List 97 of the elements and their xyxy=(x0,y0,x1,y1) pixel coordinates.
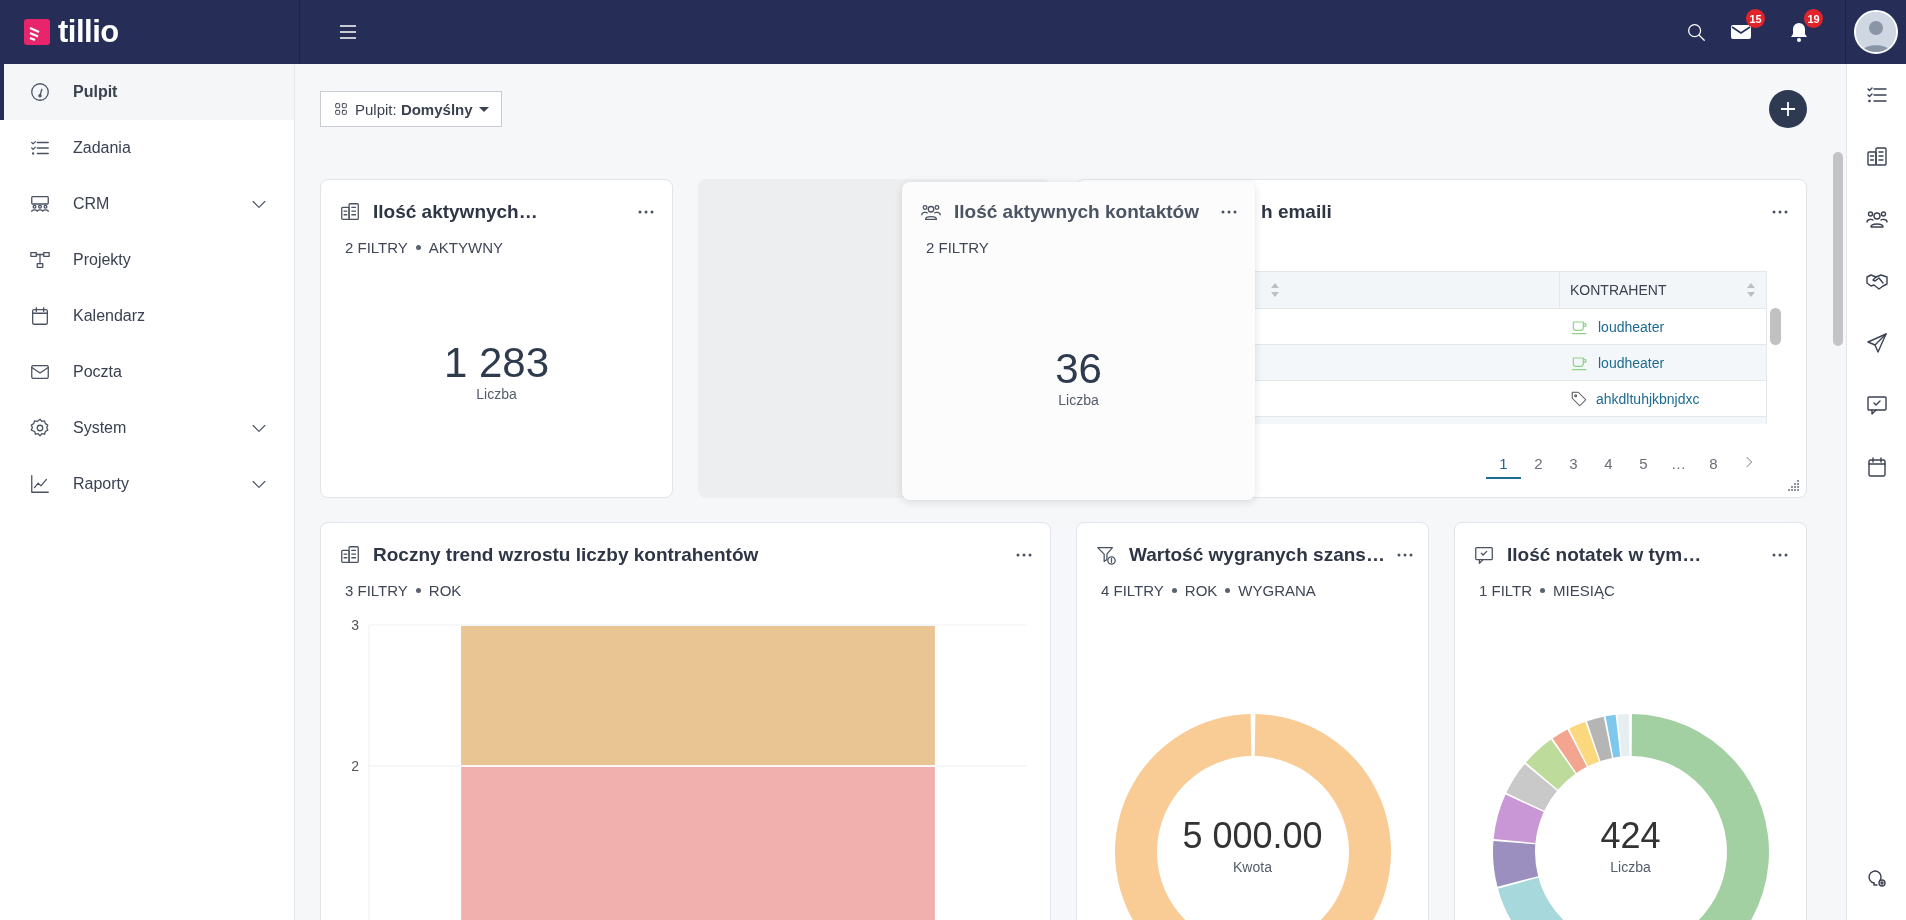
sidebar-item[interactable]: Projekty xyxy=(0,232,294,288)
hierarchy-icon xyxy=(29,249,51,271)
widget-tag: 2 FILTRY xyxy=(926,239,989,256)
separator-dot xyxy=(1171,588,1177,593)
plus-icon xyxy=(1779,100,1797,118)
sidebar-item[interactable]: Pulpit xyxy=(0,64,294,120)
widget-title: h emaili xyxy=(1261,201,1333,223)
more-button[interactable] xyxy=(1221,210,1237,214)
page-button[interactable]: 3 xyxy=(1556,449,1591,479)
widget-value: 5 000.00 xyxy=(1182,814,1323,858)
widget-tag: 4 FILTRY xyxy=(1101,582,1164,599)
widget-caption: Liczba xyxy=(476,386,517,402)
sidebar-item[interactable]: CRM xyxy=(0,176,294,232)
page-button[interactable]: 8 xyxy=(1696,449,1731,479)
search-icon xyxy=(1685,21,1707,43)
more-button[interactable] xyxy=(1772,210,1788,214)
more-button[interactable] xyxy=(1016,553,1032,557)
widget-tag: ROK xyxy=(428,582,462,599)
widget-caption: Kwota xyxy=(1233,859,1272,875)
search-button[interactable] xyxy=(1685,21,1707,43)
line-chart-icon xyxy=(29,473,51,495)
widget-title: Roczny trend wzrostu liczby kontrahentów xyxy=(373,544,760,566)
widget-tag: 3 FILTRY xyxy=(345,582,408,599)
widget-tag: WYGRANA xyxy=(1238,582,1316,599)
widget-value: 424 xyxy=(1600,814,1661,858)
contractor-link[interactable]: ahkdltuhjkbnjdxc xyxy=(1596,390,1700,407)
widget-tag: MIESIĄC xyxy=(1553,582,1615,599)
separator-dot xyxy=(1225,588,1231,593)
sidebar-item[interactable]: System xyxy=(0,400,294,456)
widget-tag: ROK xyxy=(1184,582,1218,599)
page-button[interactable]: 1 xyxy=(1486,449,1521,479)
building-button[interactable] xyxy=(1864,145,1889,169)
notification-count-badge: 19 xyxy=(1804,9,1823,28)
building-icon xyxy=(1864,145,1889,169)
more-icon xyxy=(1772,553,1788,557)
grid-icon xyxy=(333,101,349,117)
widget-value: 1 283 xyxy=(443,340,550,386)
separator-dot xyxy=(415,588,421,593)
more-icon xyxy=(638,210,654,214)
widget-title: Ilość aktywnych… xyxy=(373,201,539,223)
widget-tag: AKTYWNY xyxy=(428,239,503,256)
more-button[interactable] xyxy=(1772,553,1788,557)
avatar[interactable] xyxy=(1854,10,1898,54)
more-icon xyxy=(1221,210,1237,214)
mail-button[interactable]: 15 xyxy=(1729,9,1765,44)
message-icon xyxy=(1864,393,1889,417)
page-button[interactable]: 4 xyxy=(1591,449,1626,479)
add-button[interactable] xyxy=(1769,90,1807,128)
logo-text: tillio xyxy=(58,14,119,50)
donut-slice xyxy=(1493,794,1544,843)
sort-icon xyxy=(1746,282,1756,298)
more-icon xyxy=(1772,210,1788,214)
widget-caption: Liczba xyxy=(1058,392,1099,408)
logo-icon xyxy=(24,19,50,45)
dashboard-selector[interactable]: Pulpit: Domyślny xyxy=(320,91,502,127)
more-icon xyxy=(1396,553,1413,557)
tag-icon xyxy=(1570,389,1588,408)
widget-caption: Liczba xyxy=(1610,859,1651,875)
separator-dot xyxy=(415,245,421,250)
widget-title: Ilość notatek w tym… xyxy=(1507,544,1703,566)
notifications-button[interactable]: 19 xyxy=(1787,9,1823,44)
more-icon xyxy=(1016,553,1032,557)
widget-value: 36 xyxy=(1055,346,1102,392)
contractor-link[interactable]: loudheater xyxy=(1598,354,1665,371)
resize-grip-icon[interactable] xyxy=(1788,479,1800,491)
sidebar-item[interactable]: Poczta xyxy=(0,344,294,400)
message-icon xyxy=(1473,544,1495,566)
widget-title: Wartość wygranych szans… xyxy=(1129,544,1385,566)
page-button[interactable]: 5 xyxy=(1626,449,1661,479)
more-button[interactable] xyxy=(1396,553,1413,557)
scrollbar-thumb[interactable] xyxy=(1770,308,1781,345)
contractor-link[interactable]: loudheater xyxy=(1598,318,1665,335)
message-button[interactable] xyxy=(1864,393,1889,417)
axis-label: 3 xyxy=(351,617,359,633)
dragged-widget-card[interactable]: Ilość aktywnych kontaktów 2 FILTRY 36 Liczba xyxy=(902,182,1255,500)
calendar-icon xyxy=(29,305,51,327)
building-icon xyxy=(339,201,361,223)
people-icon xyxy=(29,193,51,215)
funnel-icon xyxy=(1095,544,1117,566)
gauge-icon xyxy=(29,81,51,103)
page-button[interactable]: 2 xyxy=(1521,449,1556,479)
sidebar-item[interactable]: Raporty xyxy=(0,456,294,512)
sidebar-item[interactable]: Zadania xyxy=(0,120,294,176)
separator-dot xyxy=(1540,588,1546,593)
scrollbar-thumb[interactable] xyxy=(1833,152,1843,346)
sidebar-item[interactable]: Kalendarz xyxy=(0,288,294,344)
building-icon xyxy=(339,544,361,566)
widget-title: Ilość aktywnych kontaktów xyxy=(954,201,1200,223)
mail-count-badge: 15 xyxy=(1746,9,1765,28)
widget-tag: 1 FILTR xyxy=(1479,582,1533,599)
menu-button[interactable] xyxy=(338,24,358,40)
settings-icon xyxy=(29,417,51,439)
page-button[interactable]: … xyxy=(1661,449,1696,479)
widget-tag: 2 FILTRY xyxy=(345,239,408,256)
more-button[interactable] xyxy=(638,210,654,214)
sort-icon xyxy=(1270,282,1280,298)
axis-label: 2 xyxy=(351,758,359,774)
